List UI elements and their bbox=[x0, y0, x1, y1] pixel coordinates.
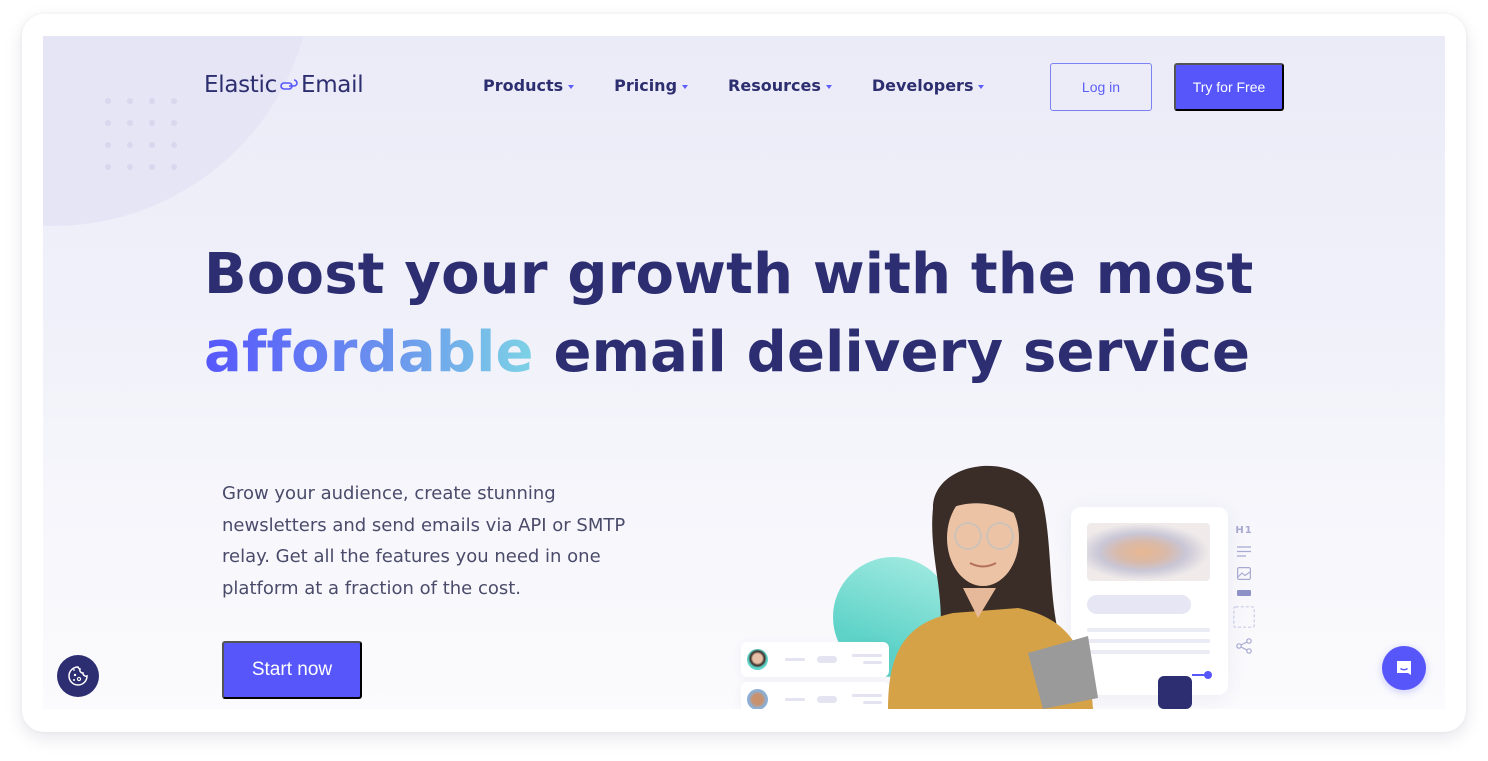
heading-placeholder bbox=[1087, 595, 1191, 614]
image-icon bbox=[1237, 567, 1251, 580]
headline-line-2: email delivery service bbox=[533, 320, 1251, 385]
caret-down-icon bbox=[568, 85, 575, 89]
heading-icon: H1 bbox=[1235, 525, 1253, 536]
nav-item-label: Resources bbox=[728, 76, 821, 95]
nav-item-pricing[interactable]: Pricing bbox=[614, 76, 689, 95]
contact-list-item bbox=[741, 642, 889, 677]
button-block-icon bbox=[1237, 590, 1251, 596]
link-icon bbox=[280, 79, 298, 90]
floral-image-placeholder bbox=[1087, 523, 1210, 581]
logo-text-left: Elastic bbox=[204, 72, 277, 98]
contact-avatar bbox=[747, 689, 768, 709]
woman-with-tablet-photo bbox=[888, 465, 1098, 709]
chat-icon bbox=[1397, 661, 1411, 675]
nav-item-developers[interactable]: Developers bbox=[872, 76, 985, 95]
headline-accent-word: affordable bbox=[204, 320, 534, 385]
login-button[interactable]: Log in bbox=[1050, 63, 1152, 111]
nav-item-label: Products bbox=[483, 76, 564, 95]
try-for-free-button[interactable]: Try for Free bbox=[1174, 63, 1284, 111]
main-nav: Products Pricing Resources Developers bbox=[483, 76, 1024, 95]
cookie-icon bbox=[68, 666, 88, 686]
drag-block-chip bbox=[1158, 676, 1192, 709]
hero-subtext: Grow your audience, create stunning news… bbox=[222, 483, 626, 599]
nav-item-label: Developers bbox=[871, 76, 974, 95]
logo[interactable]: Elastic Email bbox=[204, 72, 364, 98]
caret-down-icon bbox=[978, 85, 985, 89]
placeholder-block-icon bbox=[1233, 606, 1255, 628]
contact-avatar bbox=[747, 649, 768, 670]
logo-text-right: Email bbox=[300, 72, 364, 98]
caret-down-icon bbox=[682, 85, 689, 89]
start-now-button[interactable]: Start now bbox=[222, 641, 362, 699]
live-chat-button[interactable] bbox=[1382, 646, 1426, 690]
cookie-settings-button[interactable] bbox=[57, 655, 99, 697]
nav-item-products[interactable]: Products bbox=[483, 76, 575, 95]
decorative-dot-grid bbox=[103, 96, 191, 184]
nav-item-resources[interactable]: Resources bbox=[728, 76, 832, 95]
contact-list-item bbox=[741, 682, 889, 709]
connector-dot bbox=[1204, 671, 1212, 679]
editor-toolbar: H1 bbox=[1233, 525, 1255, 664]
text-line-placeholder bbox=[1087, 650, 1210, 654]
text-lines-icon bbox=[1237, 546, 1251, 557]
text-line-placeholder bbox=[1087, 628, 1210, 632]
caret-down-icon bbox=[825, 85, 832, 89]
landing-page: Elastic Email Products Pricing Resources… bbox=[43, 36, 1445, 709]
share-icon bbox=[1236, 638, 1252, 654]
nav-item-label: Pricing bbox=[614, 76, 678, 95]
hero-headline: Boost your growth with the most affordab… bbox=[204, 236, 1254, 392]
text-line-placeholder bbox=[1087, 639, 1210, 643]
headline-line-1: Boost your growth with the most bbox=[204, 242, 1254, 307]
